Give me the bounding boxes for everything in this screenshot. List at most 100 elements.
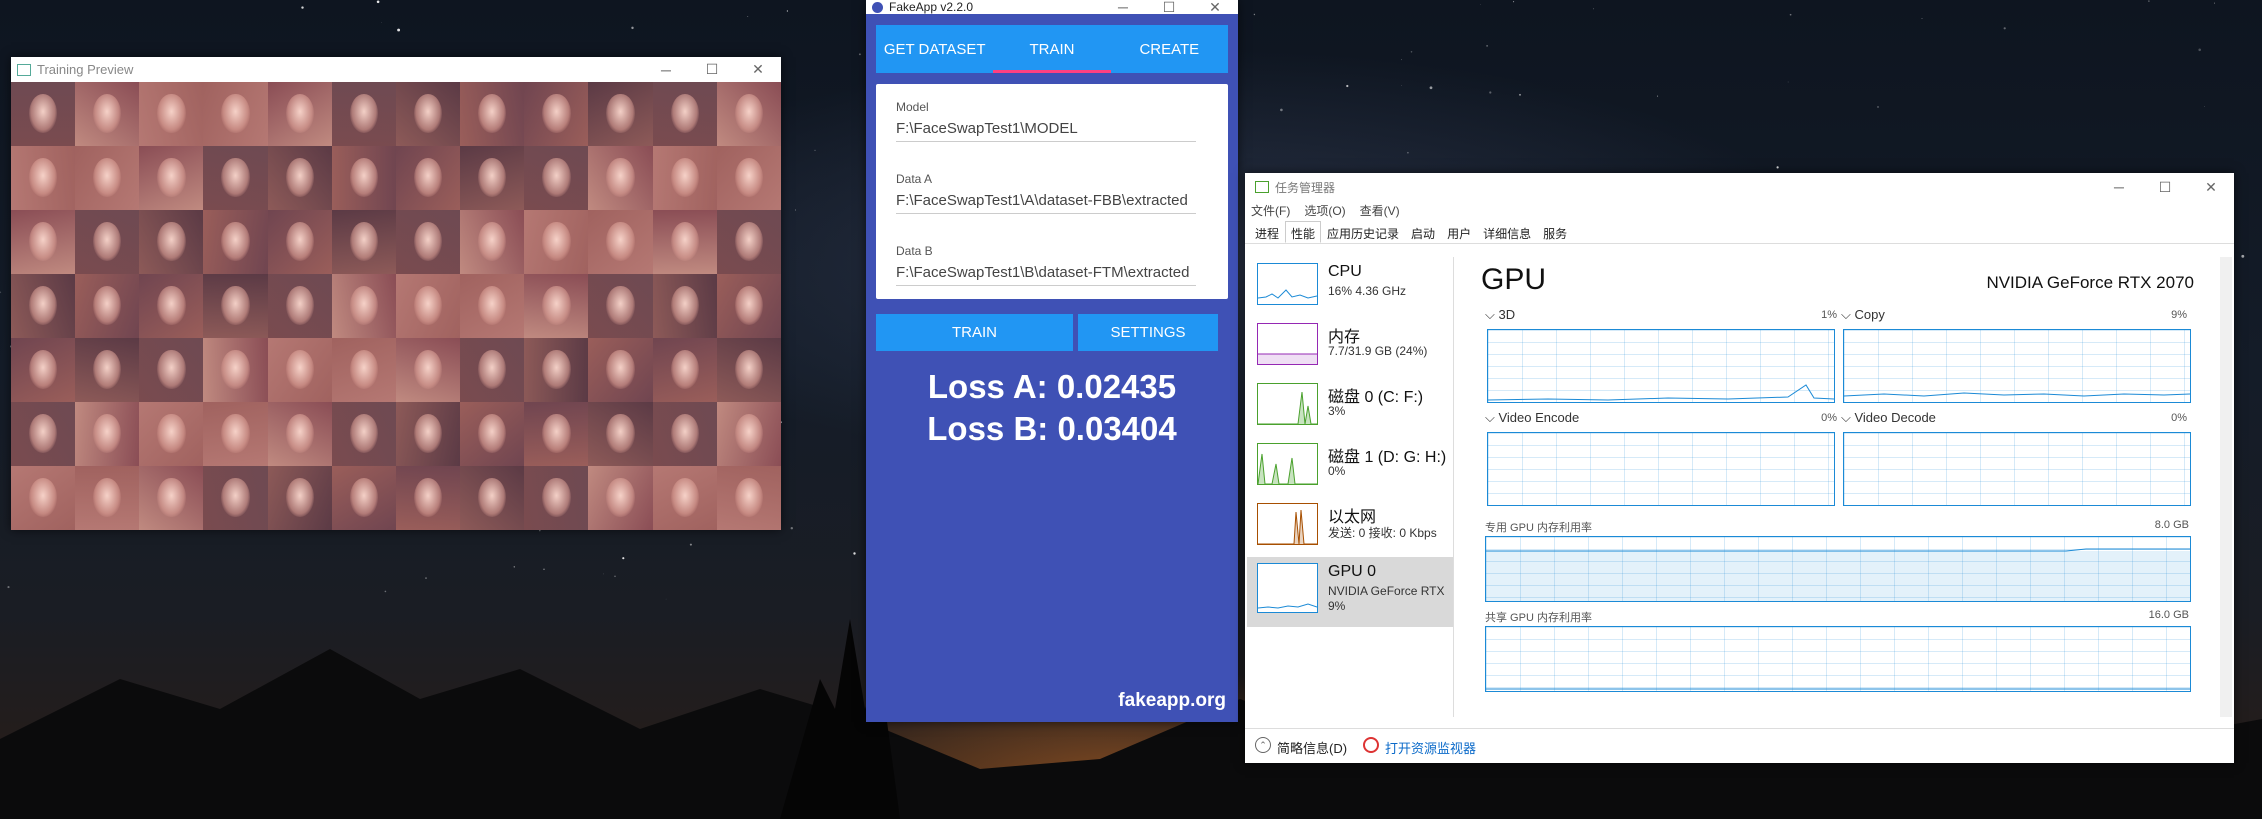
- dedicated-memory-label: 专用 GPU 内存利用率: [1485, 522, 1592, 534]
- data-b-input[interactable]: F:\FaceSwapTest1\B\dataset-FTM\extracted: [896, 264, 1196, 286]
- face-tile: [460, 466, 525, 530]
- chevron-down-icon: ⌵: [1841, 307, 1855, 322]
- maximize-button[interactable]: ☐: [2142, 175, 2188, 200]
- face-tile: [460, 274, 525, 338]
- sidebar-item-memory[interactable]: 内存 7.7/31.9 GB (24%): [1247, 317, 1453, 377]
- menu-options[interactable]: 选项(O): [1304, 201, 1345, 221]
- tab-get-dataset[interactable]: GET DATASET: [876, 25, 993, 73]
- face-tile: [267, 466, 332, 530]
- fakeapp-tabbar: GET DATASET TRAIN CREATE: [876, 25, 1228, 73]
- face-tile: [331, 402, 396, 466]
- sidebar-item-sub2: 9%: [1328, 599, 1346, 613]
- face-tile: [75, 274, 140, 338]
- engine-video-decode-label[interactable]: ⌵ Video Decode: [1841, 410, 1936, 426]
- task-manager-tabs: 进程 性能 应用历史记录 启动 用户 详细信息 服务: [1245, 221, 2234, 244]
- tab-create[interactable]: CREATE: [1111, 25, 1228, 73]
- tab-train[interactable]: TRAIN: [993, 25, 1111, 73]
- brief-details-link[interactable]: 简略信息(D): [1277, 738, 1347, 757]
- minimize-button[interactable]: ─: [2096, 175, 2142, 200]
- engine-video-encode-label[interactable]: ⌵ Video Encode: [1485, 410, 1579, 426]
- engine-video-encode-name: Video Encode: [1498, 410, 1580, 425]
- face-tile: [460, 146, 525, 210]
- face-tile: [652, 402, 717, 466]
- face-tile: [139, 146, 204, 210]
- face-tile: [11, 82, 76, 146]
- face-tile: [588, 274, 653, 338]
- memory-thumbnail: [1257, 323, 1318, 365]
- model-field: Model F:\FaceSwapTest1\MODEL: [896, 100, 1196, 142]
- ethernet-thumbnail: [1257, 503, 1318, 545]
- face-tile: [395, 82, 461, 146]
- tab-processes[interactable]: 进程: [1249, 221, 1285, 243]
- face-tile: [652, 338, 717, 402]
- face-tile: [139, 210, 204, 274]
- training-preview-title: Training Preview: [37, 62, 134, 77]
- engine-copy-label[interactable]: ⌵ Copy: [1841, 307, 1885, 323]
- task-manager-titlebar: 任务管理器 ─ ☐ ✕: [1245, 173, 2234, 201]
- face-tile: [203, 274, 268, 338]
- face-preview-grid: [11, 82, 781, 530]
- engine-3d-label[interactable]: ⌵ 3D: [1485, 307, 1515, 323]
- close-button[interactable]: ✕: [2188, 175, 2234, 200]
- loss-a-value: Loss A: 0.02435: [927, 368, 1177, 405]
- face-tile: [524, 402, 589, 466]
- task-manager-window: 任务管理器 ─ ☐ ✕ 文件(F) 选项(O) 查看(V) 进程 性能 应用历史…: [1245, 173, 2234, 763]
- resource-monitor-icon: [1363, 737, 1379, 753]
- sidebar-item-disk-0[interactable]: 磁盘 0 (C: F:) 3%: [1247, 377, 1453, 437]
- task-manager-title: 任务管理器: [1275, 180, 1336, 195]
- face-tile: [716, 146, 781, 210]
- model-label: Model: [896, 100, 929, 114]
- tab-app-history[interactable]: 应用历史记录: [1321, 221, 1405, 243]
- face-tile: [267, 146, 332, 210]
- sidebar-item-disk-1[interactable]: 磁盘 1 (D: G: H:) 0%: [1247, 437, 1453, 497]
- tab-details[interactable]: 详细信息: [1477, 221, 1537, 243]
- data-a-label: Data A: [896, 172, 933, 186]
- minimize-button[interactable]: ─: [1100, 0, 1146, 15]
- website-link[interactable]: fakeapp.org: [1118, 690, 1226, 712]
- sidebar-item-sub: NVIDIA GeForce RTX: [1328, 584, 1445, 598]
- chevron-down-icon: ⌵: [1841, 410, 1855, 425]
- face-tile: [75, 338, 140, 402]
- face-tile: [716, 82, 781, 146]
- face-tile: [524, 210, 589, 274]
- training-preview-window: Training Preview ─ ☐ ✕: [11, 57, 781, 530]
- close-button[interactable]: ✕: [1192, 0, 1238, 15]
- face-tile: [203, 338, 268, 402]
- sidebar-item-ethernet[interactable]: 以太网 发送: 0 接收: 0 Kbps: [1247, 497, 1453, 557]
- engine-copy-graph: [1843, 329, 2191, 403]
- tab-startup[interactable]: 启动: [1405, 221, 1441, 243]
- face-tile: [11, 466, 76, 530]
- maximize-button[interactable]: ☐: [1146, 0, 1192, 15]
- settings-button[interactable]: SETTINGS: [1078, 314, 1218, 351]
- maximize-button[interactable]: ☐: [689, 57, 735, 82]
- sidebar-item-gpu-0[interactable]: GPU 0 NVIDIA GeForce RTX 9%: [1247, 557, 1453, 627]
- app-icon: [872, 1, 883, 13]
- face-tile: [716, 210, 781, 274]
- tab-performance[interactable]: 性能: [1285, 221, 1322, 243]
- open-resource-monitor-link[interactable]: 打开资源监视器: [1385, 738, 1476, 757]
- face-tile: [652, 82, 717, 146]
- sidebar-item-cpu[interactable]: CPU 16% 4.36 GHz: [1247, 257, 1453, 317]
- face-tile: [588, 82, 653, 146]
- scrollbar[interactable]: [2220, 257, 2232, 717]
- face-tile: [139, 274, 204, 338]
- tab-users[interactable]: 用户: [1441, 221, 1477, 243]
- face-tile: [524, 82, 589, 146]
- face-tile: [11, 402, 76, 466]
- model-input[interactable]: F:\FaceSwapTest1\MODEL: [896, 120, 1196, 142]
- face-tile: [460, 338, 525, 402]
- fakeapp-title: FakeApp v2.2.0: [889, 0, 974, 14]
- face-tile: [139, 402, 204, 466]
- face-tile: [75, 402, 140, 466]
- dedicated-memory-max: 8.0 GB: [2154, 519, 2189, 531]
- data-a-field: Data A F:\FaceSwapTest1\A\dataset-FBB\ex…: [896, 172, 1196, 214]
- train-button[interactable]: TRAIN: [876, 314, 1073, 351]
- minimize-button[interactable]: ─: [643, 57, 689, 82]
- data-a-input[interactable]: F:\FaceSwapTest1\A\dataset-FBB\extracted: [896, 192, 1196, 214]
- engine-copy-name: Copy: [1854, 307, 1885, 322]
- menu-file[interactable]: 文件(F): [1251, 201, 1290, 221]
- close-button[interactable]: ✕: [735, 57, 781, 82]
- tab-services[interactable]: 服务: [1537, 221, 1573, 243]
- menu-view[interactable]: 查看(V): [1360, 201, 1400, 221]
- gpu-heading: GPU: [1481, 263, 1547, 296]
